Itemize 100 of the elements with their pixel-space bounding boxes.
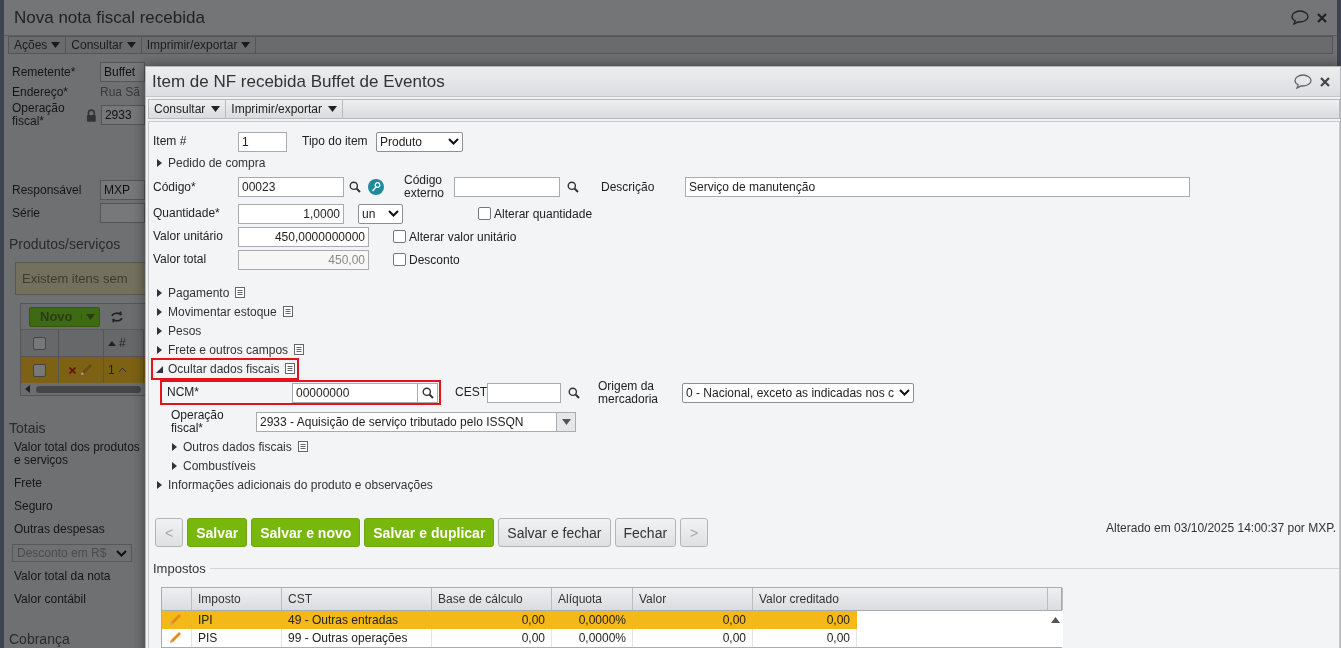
input-field[interactable]: MXP	[100, 180, 145, 200]
column-header[interactable]: Valor creditado	[753, 588, 1048, 610]
field-label: Operação fiscal*	[171, 409, 225, 435]
column-header[interactable]: CST	[282, 588, 432, 610]
search-icon[interactable]	[349, 181, 361, 193]
table-cell: 0,00	[753, 611, 857, 629]
column-header[interactable]: Alíquota	[552, 588, 633, 610]
scroll-up-icon[interactable]	[1051, 617, 1060, 623]
total-label: Outras despesas	[13, 521, 106, 538]
input-field[interactable]: Buffet	[100, 62, 145, 82]
input-field[interactable]	[454, 177, 560, 197]
input-field[interactable]: 00023	[238, 177, 344, 197]
note-icon[interactable]	[294, 344, 305, 355]
close-icon[interactable]	[1320, 76, 1330, 87]
field-label: Valor total	[153, 253, 208, 266]
field-label: Série	[12, 206, 41, 220]
dropdown[interactable]: Produto	[376, 131, 463, 152]
section-toggle[interactable]: Pagamento	[153, 283, 233, 302]
menu-item[interactable]: Consultar	[149, 100, 227, 118]
refresh-icon[interactable]	[109, 310, 124, 323]
note-icon[interactable]	[285, 363, 296, 374]
checkbox-label: Alterar valor unitário	[409, 229, 517, 244]
note-icon[interactable]	[282, 306, 293, 317]
key-icon[interactable]	[368, 179, 384, 195]
caret-icon	[51, 42, 61, 48]
input-field[interactable]: Serviço de manutenção	[685, 177, 1190, 197]
action-button[interactable]: Salvar e fechar	[498, 518, 611, 547]
menu-item[interactable]: Imprimir/exportar	[226, 100, 344, 118]
scrollbar-thumb[interactable]	[36, 385, 141, 393]
chat-icon[interactable]	[1294, 74, 1312, 89]
section-toggle[interactable]: Pesos	[153, 321, 205, 340]
dialog-title: Item de NF recebida Buffet de Eventos	[152, 71, 446, 92]
chat-icon[interactable]	[1291, 10, 1309, 25]
section-toggle[interactable]: Movimentar estoque	[153, 302, 280, 321]
input-field[interactable]	[487, 382, 561, 403]
column-header[interactable]: Base de cálculo	[432, 588, 552, 610]
dropdown[interactable]: 0 - Nacional, exceto as indicadas nos c	[682, 382, 914, 403]
table-row[interactable]: PIS 99 - Outras operações 0,00 0,0000% 0,00 0,00	[162, 629, 1061, 647]
dropdown[interactable]: un	[358, 203, 403, 224]
total-label: Valor total da nota	[13, 568, 112, 585]
search-icon[interactable]	[568, 386, 580, 399]
total-label: Valor contábil	[13, 591, 87, 608]
checkbox[interactable]	[393, 230, 406, 243]
close-icon[interactable]	[1317, 12, 1327, 23]
section-toggle[interactable]: Combustíveis	[168, 456, 259, 475]
note-icon[interactable]	[235, 287, 246, 298]
table-cell: 49 - Outras entradas	[282, 611, 432, 629]
total-label: Frete	[13, 475, 43, 492]
section-legend: Totais	[9, 420, 145, 436]
caret-icon	[126, 42, 136, 48]
modified-info: Alterado em 03/10/2025 14:00:37 por MXP.	[1106, 521, 1336, 535]
input-field[interactable]: 1	[238, 131, 287, 152]
checkbox[interactable]	[478, 207, 491, 220]
action-button[interactable]: Fechar	[614, 518, 677, 547]
up-icon[interactable]	[117, 367, 127, 373]
caret-icon	[211, 106, 221, 112]
field-label: Valor unitário	[153, 230, 224, 243]
combo-box[interactable]: 2933 - Aquisição de serviço tributado pelo ISSQN	[256, 412, 576, 432]
checkbox[interactable]	[33, 363, 46, 377]
section-toggle[interactable]: Outros dados fiscais	[168, 437, 295, 456]
section-toggle[interactable]: Ocultar dados fiscais	[153, 359, 283, 378]
table-cell: 1	[108, 363, 115, 377]
field-label: Remetente*	[12, 65, 77, 79]
input-field[interactable]: 450,0000000000	[238, 226, 369, 247]
field-label: Tipo do item	[302, 135, 369, 148]
window-title: Nova nota fiscal recebida	[14, 7, 206, 28]
column-header[interactable]: Imposto	[192, 588, 282, 610]
field-label: Responsável	[12, 183, 83, 197]
pencil-icon[interactable]	[168, 631, 182, 645]
checkbox[interactable]	[393, 253, 406, 266]
section-toggle[interactable]: Informações adicionais do produto e observações	[153, 475, 436, 494]
column-header[interactable]: Valor	[633, 588, 753, 610]
section-legend: Impostos	[153, 561, 206, 576]
search-icon[interactable]	[567, 181, 579, 193]
chevron-icon	[899, 389, 910, 396]
note-icon[interactable]	[297, 441, 308, 452]
section-toggle[interactable]: Frete e outros campos	[153, 340, 292, 359]
field-label: Origem da mercadoria	[598, 379, 660, 406]
pencil-icon[interactable]	[79, 363, 93, 377]
input-field[interactable]: 2933	[100, 105, 145, 125]
sort-icon[interactable]	[108, 340, 116, 346]
table-row[interactable]: IPI 49 - Outras entradas 0,00 0,0000% 0,00 0,00	[162, 611, 1061, 629]
table-cell: 0,00	[633, 611, 753, 629]
field-label: Descrição	[601, 180, 656, 194]
delete-icon[interactable]	[69, 366, 76, 374]
caret-icon	[328, 106, 338, 112]
caret-icon	[85, 313, 95, 320]
table-cell: 0,00	[432, 611, 552, 629]
checkbox[interactable]	[33, 336, 46, 350]
input-field[interactable]: 00000000	[292, 382, 418, 403]
section-toggle[interactable]: Pedido de compra	[153, 153, 269, 172]
input-field[interactable]: 1,0000	[238, 203, 344, 224]
field-label: Endereço*	[12, 85, 70, 99]
scroll-left-icon[interactable]	[25, 385, 30, 393]
field-label: Quantidade*	[153, 207, 221, 220]
caret-icon	[241, 42, 251, 48]
field-label: Operação fiscal*	[12, 102, 66, 128]
input-field[interactable]	[100, 203, 145, 223]
section-legend: Produtos/serviços	[9, 236, 145, 252]
chevron-icon	[448, 138, 459, 145]
